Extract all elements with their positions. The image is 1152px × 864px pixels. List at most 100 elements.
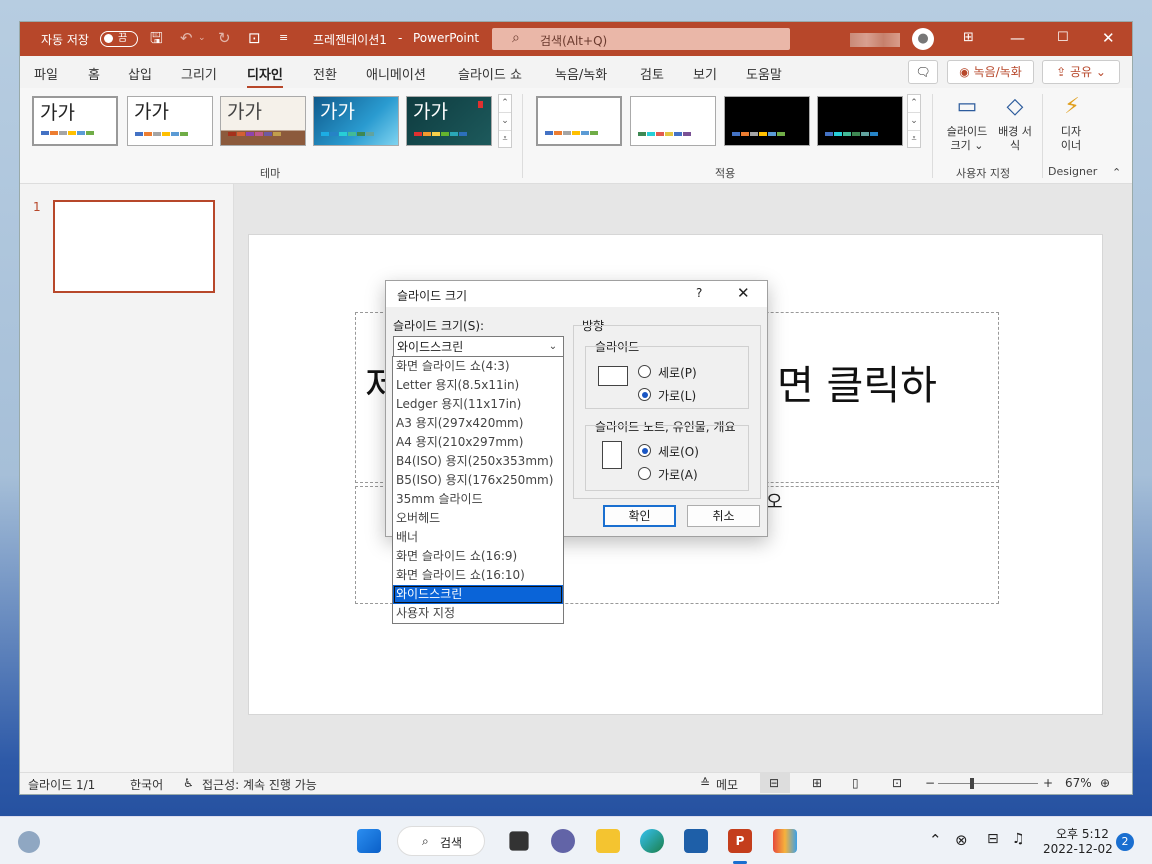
tab-record[interactable]: 녹음/녹화: [555, 64, 607, 83]
volume-icon[interactable]: ♫: [1012, 831, 1025, 847]
scroll-up-icon[interactable]: ⌃: [908, 95, 920, 113]
tab-help[interactable]: 도움말: [746, 64, 782, 83]
variants-gallery-scroll[interactable]: ⌃ ⌄ ⩡: [907, 94, 921, 148]
zoom-in-icon[interactable]: +: [1043, 776, 1053, 790]
slide-sorter-icon[interactable]: ⊞: [812, 776, 822, 790]
list-item[interactable]: B5(ISO) 용지(176x250mm): [393, 471, 563, 490]
list-item[interactable]: 35mm 슬라이드: [393, 490, 563, 509]
autosave-toggle[interactable]: 끔: [100, 31, 138, 47]
list-item[interactable]: 사용자 지정: [393, 604, 563, 623]
list-item[interactable]: Letter 용지(8.5x11in): [393, 376, 563, 395]
list-item[interactable]: 배너: [393, 528, 563, 547]
collapse-ribbon-icon[interactable]: ⌃: [1112, 166, 1121, 179]
theme-office[interactable]: 가가: [32, 96, 118, 146]
minimize-icon[interactable]: —: [1010, 29, 1025, 47]
reading-view-icon[interactable]: ▯: [852, 776, 859, 790]
list-item[interactable]: B4(ISO) 용지(250x353mm): [393, 452, 563, 471]
list-item[interactable]: Ledger 용지(11x17in): [393, 395, 563, 414]
fit-to-window-icon[interactable]: ⊕: [1100, 776, 1110, 790]
avatar[interactable]: ●: [912, 28, 934, 50]
slide-size-select[interactable]: 와이드스크린 ⌄: [393, 336, 564, 358]
chevron-down-icon[interactable]: ⌄: [543, 337, 563, 357]
tab-insert[interactable]: 삽입: [128, 64, 152, 83]
notes-portrait-radio[interactable]: [638, 444, 651, 457]
tab-slideshow[interactable]: 슬라이드 쇼: [458, 64, 522, 83]
slide-size-button[interactable]: ▭ 슬라이드 크기 ⌄: [940, 92, 994, 153]
tab-review[interactable]: 검토: [640, 64, 664, 83]
scroll-up-icon[interactable]: ⌃: [499, 95, 511, 113]
powerpoint-icon[interactable]: P: [728, 829, 752, 853]
present-from-start-icon[interactable]: ⊡: [248, 29, 261, 47]
list-item[interactable]: A4 용지(210x297mm): [393, 433, 563, 452]
slides-portrait-radio[interactable]: [638, 365, 651, 378]
customize-quick-access-icon[interactable]: ≡: [279, 29, 288, 47]
dialog-help-button[interactable]: ?: [696, 286, 702, 300]
theme-2[interactable]: 가가: [127, 96, 213, 146]
status-icon[interactable]: ⊗: [955, 831, 968, 849]
maximize-icon[interactable]: ☐: [1057, 29, 1069, 47]
tab-file[interactable]: 파일: [34, 64, 58, 83]
slide-thumbnail[interactable]: [53, 200, 215, 293]
cancel-button[interactable]: 취소: [687, 505, 760, 527]
zoom-out-icon[interactable]: −: [925, 776, 935, 790]
chevron-up-icon[interactable]: ⌃: [929, 831, 942, 849]
start-icon[interactable]: [357, 829, 381, 853]
app-icon[interactable]: [773, 829, 797, 853]
tab-draw[interactable]: 그리기: [181, 64, 217, 83]
variant-2[interactable]: [630, 96, 716, 146]
undo-dropdown-icon[interactable]: ⌄: [198, 29, 206, 47]
gallery-more-icon[interactable]: ⩡: [499, 131, 511, 149]
store-icon[interactable]: [684, 829, 708, 853]
variant-4[interactable]: [817, 96, 903, 146]
notes-landscape-radio[interactable]: [638, 467, 651, 480]
tab-design[interactable]: 디자인: [247, 64, 283, 88]
search-box[interactable]: ⌕ 검색(Alt+Q): [492, 28, 790, 50]
dialog-close-icon[interactable]: ✕: [737, 284, 750, 302]
tab-transitions[interactable]: 전환: [313, 64, 337, 83]
weather-icon[interactable]: [18, 831, 40, 853]
redo-icon[interactable]: ↻: [218, 29, 231, 47]
theme-3[interactable]: 가가: [220, 96, 306, 146]
scroll-down-icon[interactable]: ⌄: [499, 113, 511, 131]
tab-view[interactable]: 보기: [693, 64, 717, 83]
zoom-slider[interactable]: [938, 783, 1038, 784]
zoom-level[interactable]: 67%: [1065, 776, 1092, 790]
gallery-more-icon[interactable]: ⩡: [908, 131, 920, 149]
list-item[interactable]: 오버헤드: [393, 509, 563, 528]
chat-icon[interactable]: [551, 829, 575, 853]
ribbon-display-options-icon[interactable]: ⊞: [963, 29, 974, 47]
theme-4[interactable]: 가가: [313, 96, 399, 146]
task-view-icon[interactable]: [509, 831, 529, 851]
ok-button[interactable]: 확인: [603, 505, 676, 527]
list-item[interactable]: 화면 슬라이드 쇼(4:3): [393, 357, 563, 376]
themes-gallery-scroll[interactable]: ⌃ ⌄ ⩡: [498, 94, 512, 148]
comments-button[interactable]: 🗨: [908, 60, 938, 84]
close-icon[interactable]: ✕: [1102, 29, 1115, 47]
theme-5[interactable]: 가가: [406, 96, 492, 146]
tab-animations[interactable]: 애니메이션: [366, 64, 426, 83]
tab-home[interactable]: 홈: [88, 64, 100, 83]
undo-icon[interactable]: ↶: [180, 29, 193, 47]
network-icon[interactable]: ⊟: [987, 831, 999, 847]
scroll-down-icon[interactable]: ⌄: [908, 113, 920, 131]
variant-1[interactable]: [536, 96, 622, 146]
slides-landscape-radio[interactable]: [638, 388, 651, 401]
save-icon[interactable]: 🖫: [150, 29, 163, 47]
list-item[interactable]: A3 용지(297x420mm): [393, 414, 563, 433]
list-item-selected[interactable]: 와이드스크린: [393, 585, 563, 604]
record-button[interactable]: ◉ 녹음/녹화: [947, 60, 1034, 84]
variant-3[interactable]: [724, 96, 810, 146]
list-item[interactable]: 화면 슬라이드 쇼(16:9): [393, 547, 563, 566]
clock-date[interactable]: 2022-12-02: [1043, 842, 1113, 856]
slideshow-view-icon[interactable]: ⊡: [892, 776, 902, 790]
clock-time[interactable]: 오후 5:12: [1056, 825, 1109, 842]
notes-button[interactable]: 메모: [716, 776, 738, 793]
zoom-slider-thumb[interactable]: [970, 778, 974, 789]
accessibility-status[interactable]: 접근성: 계속 진행 가능: [202, 776, 317, 793]
share-button[interactable]: ⇪ 공유 ⌄: [1042, 60, 1120, 84]
language-indicator[interactable]: 한국어: [130, 776, 163, 793]
edge-icon[interactable]: [640, 829, 664, 853]
taskbar-search[interactable]: ⌕ 검색: [397, 826, 485, 856]
file-explorer-icon[interactable]: [596, 829, 620, 853]
designer-button[interactable]: ⚡ 디자이너: [1056, 92, 1086, 153]
